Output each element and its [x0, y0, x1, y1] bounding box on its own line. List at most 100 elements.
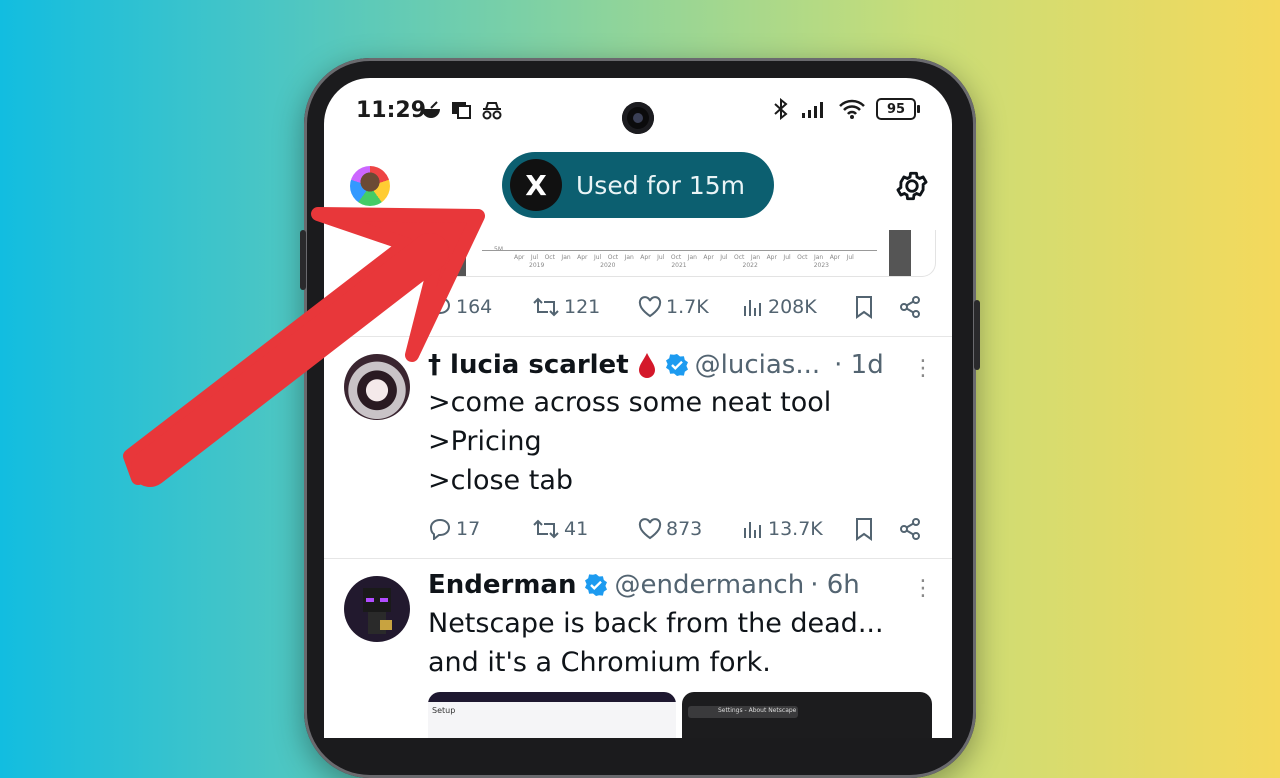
- tweet-line: >Pricing: [428, 426, 542, 457]
- signal-icon: [802, 102, 823, 118]
- x-logo-icon: X: [510, 159, 562, 211]
- chart-year-label: 2023: [813, 262, 829, 269]
- tweet-header: Enderman @endermanch · 6h: [428, 570, 860, 600]
- chart-axis: [482, 250, 877, 251]
- battery-indicator: 95: [876, 98, 920, 120]
- chart-tick-label: Oct: [797, 254, 808, 261]
- chart-tick-label: Jan: [561, 254, 571, 261]
- tweet-text: Netscape is back from the dead... and it…: [428, 604, 884, 682]
- more-options-icon[interactable]: ⋮: [912, 578, 934, 600]
- reply-count: 17: [456, 518, 481, 540]
- verified-badge-icon: [665, 354, 688, 376]
- chart-tick-label: Jul: [846, 254, 854, 261]
- chart-year-label: 2021: [671, 262, 687, 269]
- chart-tick-label: Apr: [577, 254, 588, 261]
- views-count: 208K: [768, 296, 817, 318]
- media-right-label: Settings - About Netscape: [718, 707, 797, 714]
- tweet-divider: [324, 558, 952, 559]
- chart-tick-label: Apr: [766, 254, 777, 261]
- share-button[interactable]: [898, 295, 922, 319]
- laptop-icon: [452, 102, 471, 119]
- power-button: [974, 300, 980, 370]
- bowl-icon: [422, 101, 440, 118]
- tweet-media-left[interactable]: Setup: [428, 692, 676, 738]
- tweet-header: † lucia scarlet @lucias... · 1d: [428, 350, 884, 380]
- tweet-line: Netscape is back from the dead...: [428, 608, 884, 639]
- bookmark-button[interactable]: [854, 295, 898, 319]
- chart-tick-label: Jul: [720, 254, 728, 261]
- like-button[interactable]: 873: [638, 518, 742, 540]
- retweet-button[interactable]: 121: [532, 296, 638, 318]
- blood-drop-icon: [638, 353, 655, 378]
- status-time: 11:29: [356, 98, 427, 123]
- chart-tick-label: Apr: [829, 254, 841, 261]
- chart-tick-label: Jan: [624, 254, 634, 261]
- tweet-divider: [324, 336, 952, 337]
- notification-icons: [420, 100, 504, 120]
- retweet-icon: [533, 297, 559, 317]
- status-bar: 11:29 95: [324, 78, 952, 148]
- verified-badge-icon: [585, 574, 608, 596]
- tweet-timestamp[interactable]: · 6h: [810, 570, 860, 600]
- retweet-count: 121: [564, 296, 601, 318]
- views-icon: [744, 300, 761, 316]
- system-icons: 95: [772, 98, 920, 120]
- bookmark-button[interactable]: [854, 517, 898, 541]
- heart-icon: [638, 296, 662, 318]
- tweet-line: and it's a Chromium fork.: [428, 647, 771, 678]
- tweet-media-right[interactable]: Settings - About Netscape: [682, 692, 932, 738]
- reply-button[interactable]: 17: [428, 518, 532, 540]
- chart-year-label: 2019: [529, 262, 545, 269]
- chart-tick-label: Oct: [670, 254, 682, 261]
- bookmark-icon: [856, 296, 872, 319]
- tweet-line: >come across some neat tool: [428, 387, 832, 418]
- bookmark-icon: [856, 518, 872, 541]
- tweet-author-name[interactable]: † lucia scarlet: [428, 350, 629, 380]
- views-button[interactable]: 208K: [742, 296, 854, 318]
- chart-tick-label: Jul: [594, 254, 602, 261]
- chart-tick-label: Jul: [657, 254, 665, 261]
- tweet-timestamp[interactable]: · 1d: [834, 350, 884, 380]
- bluetooth-icon: [774, 98, 788, 120]
- like-count: 1.7K: [666, 296, 709, 318]
- tweet-author-name[interactable]: Enderman: [428, 570, 576, 600]
- profile-avatar[interactable]: [350, 166, 390, 206]
- incognito-icon: [482, 102, 502, 120]
- chart-edge-left: [448, 230, 466, 276]
- media-left-label: Setup: [432, 706, 456, 715]
- usage-timer-text: Used for 15m: [576, 170, 746, 200]
- views-button[interactable]: 13.7K: [742, 518, 854, 540]
- tweet-line: >close tab: [428, 465, 574, 496]
- tweet-actions: 17 41 873 13.7K: [428, 514, 928, 544]
- gear-icon[interactable]: [894, 168, 930, 204]
- more-options-icon[interactable]: ⋮: [912, 358, 934, 380]
- like-button[interactable]: 1.7K: [638, 296, 742, 318]
- chart-tick-label: Jul: [783, 254, 791, 261]
- retweet-button[interactable]: 41: [532, 518, 638, 540]
- reply-button[interactable]: 164: [428, 296, 532, 318]
- front-camera: [622, 102, 654, 134]
- share-icon: [900, 296, 920, 318]
- chart-tick-labels: Apr Jul Oct Jan Apr Jul Oct Jan Apr Jul Oct Jan Apr J…: [514, 254, 854, 261]
- chart-tick-label: Jul: [530, 254, 539, 261]
- share-icon: [900, 518, 920, 540]
- chart-tick-label: Jan: [813, 254, 824, 261]
- retweet-icon: [533, 519, 559, 539]
- usage-timer-pill[interactable]: X Used for 15m: [502, 152, 774, 218]
- chart-tick-label: Apr: [514, 254, 525, 261]
- tweet-avatar[interactable]: [344, 354, 410, 420]
- chart-tick-label: Oct: [544, 254, 555, 261]
- volume-button: [300, 230, 306, 290]
- tweet-avatar[interactable]: [344, 576, 410, 642]
- heart-icon: [638, 518, 662, 540]
- like-count: 873: [666, 518, 703, 540]
- reply-icon: [429, 518, 451, 540]
- tweet-author-handle[interactable]: @endermanch: [614, 570, 804, 600]
- views-icon: [744, 522, 761, 538]
- wifi-icon: [839, 99, 865, 119]
- tweet-actions: 164 121 1.7K 208K: [428, 292, 928, 322]
- retweet-count: 41: [564, 518, 589, 540]
- tweet-author-handle[interactable]: @lucias...: [695, 350, 821, 380]
- share-button[interactable]: [898, 517, 922, 541]
- chart-year-label: 2022: [742, 262, 758, 269]
